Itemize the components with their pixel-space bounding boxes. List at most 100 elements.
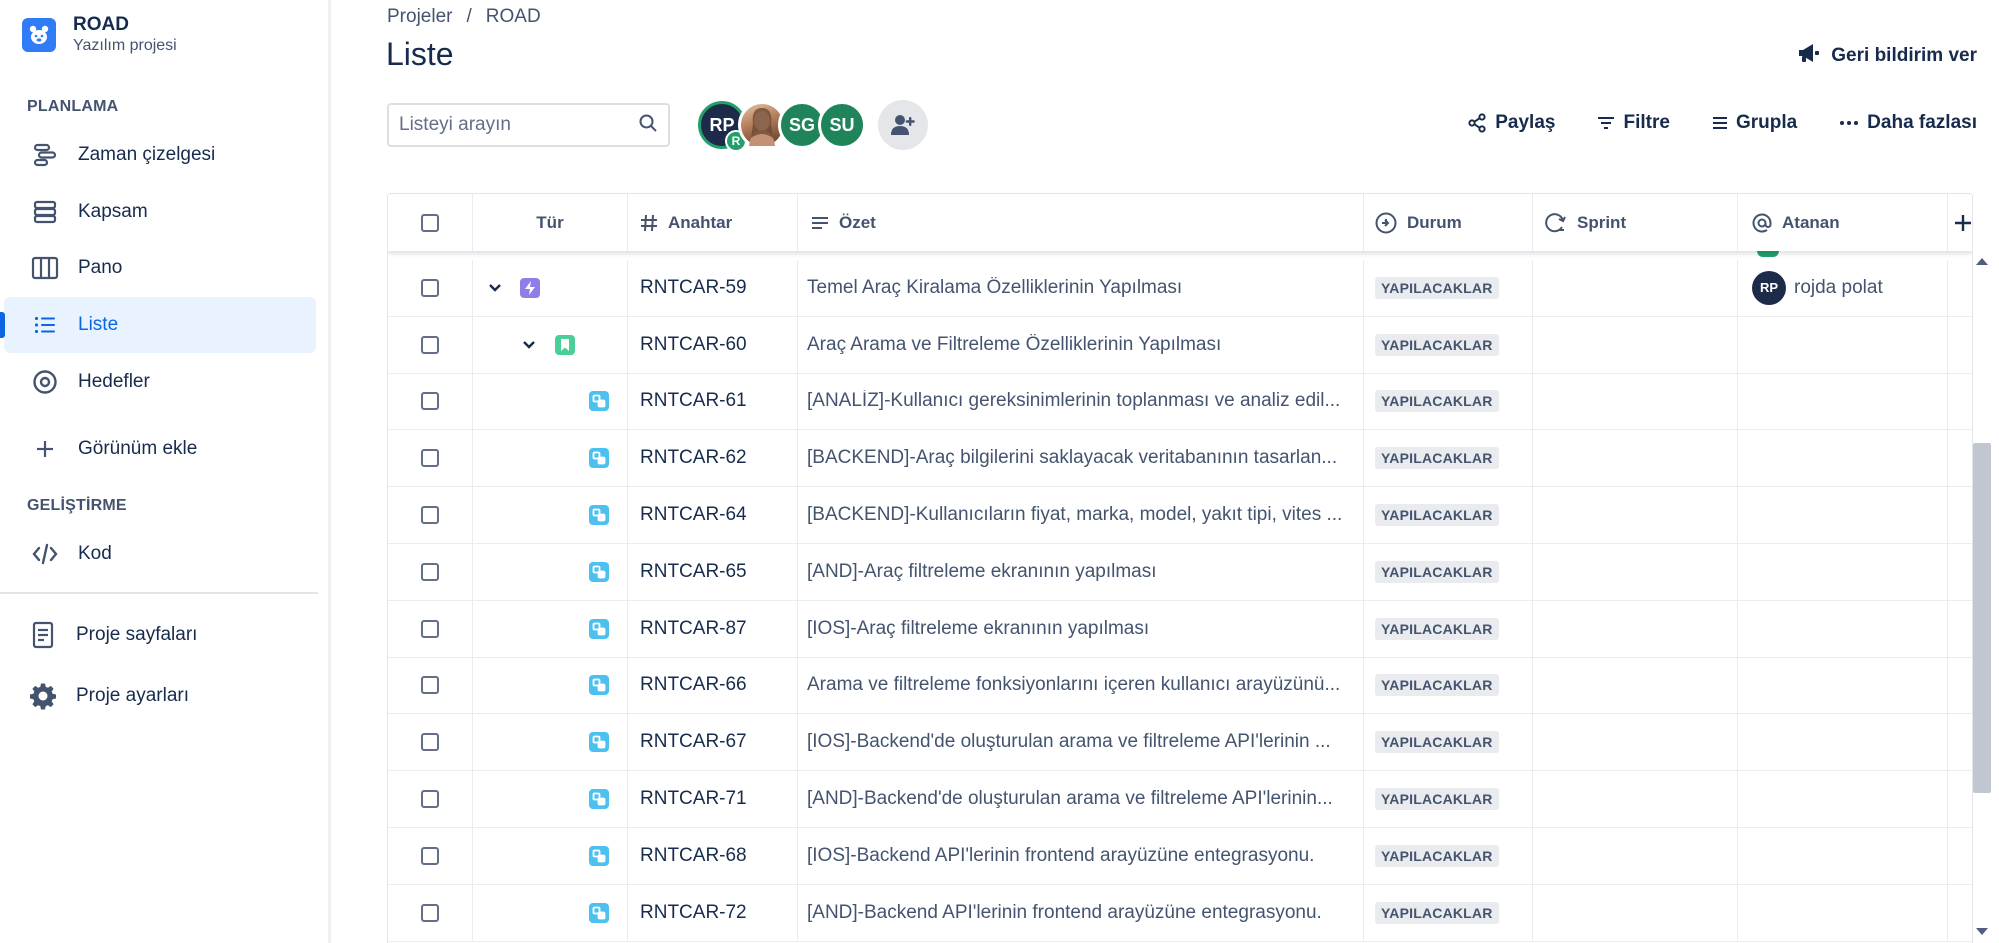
feedback-button[interactable]: Geri bildirim ver [1797,42,1977,70]
issue-key[interactable]: RNTCAR-72 [628,884,798,941]
column-header-sprint[interactable]: Sprint [1533,194,1738,251]
row-checkbox[interactable] [421,392,439,411]
summary-cell[interactable]: [BACKEND]-Araç bilgilerini saklayacak ve… [798,430,1364,487]
scroll-thumb[interactable] [1973,443,1991,793]
assignee-cell[interactable] [1738,543,1948,600]
status-cell[interactable]: YAPILACAKLAR [1364,543,1533,600]
sprint-cell[interactable] [1533,714,1738,771]
status-cell[interactable]: YAPILACAKLAR [1364,316,1533,373]
column-header-type[interactable]: Tür [473,194,628,251]
status-cell[interactable]: YAPILACAKLAR [1364,827,1533,884]
summary-cell[interactable]: [ANALİZ]-Kullanıcı gereksinimlerinin top… [798,373,1364,430]
issue-key[interactable]: RNTCAR-59 [628,260,798,316]
status-cell[interactable]: YAPILACAKLAR [1364,487,1533,543]
summary-cell[interactable]: [AND]-Backend'de oluşturulan arama ve fi… [798,771,1364,827]
sidebar-item-backlog[interactable]: Kapsam [4,184,316,240]
add-view-button[interactable]: Görünüm ekle [4,421,316,477]
issue-key[interactable]: RNTCAR-67 [628,714,798,771]
table-row[interactable]: RNTCAR-61 [ANALİZ]-Kullanıcı gereksiniml… [388,373,1972,431]
status-cell[interactable]: YAPILACAKLAR [1364,600,1533,657]
table-row[interactable]: RNTCAR-67 [IOS]-Backend'de oluşturulan a… [388,714,1972,772]
table-row[interactable]: RNTCAR-65 [AND]-Araç filtreleme ekranını… [388,543,1972,601]
sidebar-item-goals[interactable]: Hedefler [4,354,316,410]
row-checkbox[interactable] [421,676,439,695]
issue-key[interactable]: RNTCAR-66 [628,657,798,714]
sidebar-item-timeline[interactable]: Zaman çizelgesi [4,127,316,183]
sidebar-item-code[interactable]: Kod [4,526,316,582]
row-checkbox[interactable] [421,335,439,354]
row-checkbox[interactable] [421,562,439,581]
issue-key[interactable]: RNTCAR-61 [628,373,798,430]
assignee-cell[interactable] [1738,600,1948,657]
column-header-assignee[interactable]: Atanan [1738,194,1948,251]
add-people-button[interactable] [878,100,928,150]
table-row[interactable]: RNTCAR-71 [AND]-Backend'de oluşturulan a… [388,771,1972,828]
summary-cell[interactable]: [AND]-Araç filtreleme ekranının yapılmas… [798,543,1364,600]
issue-key[interactable]: RNTCAR-68 [628,827,798,884]
sidebar-item-project-pages[interactable]: Proje sayfaları [4,607,316,663]
status-cell[interactable]: YAPILACAKLAR [1364,430,1533,487]
issue-key[interactable]: RNTCAR-62 [628,430,798,487]
row-checkbox[interactable] [421,506,439,525]
sprint-cell[interactable] [1533,260,1738,316]
column-header-summary[interactable]: Özet [798,194,1364,251]
status-cell[interactable]: YAPILACAKLAR [1364,260,1533,316]
summary-cell[interactable]: [BACKEND]-Kullanıcıların fiyat, marka, m… [798,487,1364,543]
summary-cell[interactable]: Araç Arama ve Filtreleme Özelliklerinin … [798,316,1364,373]
table-row[interactable]: RNTCAR-68 [IOS]-Backend API'lerinin fron… [388,827,1972,885]
filter-button[interactable]: Filtre [1597,112,1670,134]
issue-key[interactable]: RNTCAR-65 [628,543,798,600]
status-cell[interactable]: YAPILACAKLAR [1364,714,1533,771]
status-cell[interactable]: YAPILACAKLAR [1364,884,1533,941]
sidebar-item-board[interactable]: Pano [4,240,316,296]
row-checkbox[interactable] [421,619,439,638]
sprint-cell[interactable] [1533,316,1738,373]
assignee-cell[interactable] [1738,771,1948,827]
row-checkbox[interactable] [421,733,439,752]
breadcrumb-project-link[interactable]: ROAD [486,6,541,28]
status-cell[interactable]: YAPILACAKLAR [1364,657,1533,714]
sprint-cell[interactable] [1533,827,1738,884]
table-row[interactable]: RNTCAR-72 [AND]-Backend API'lerinin fron… [388,884,1972,942]
sprint-cell[interactable] [1533,487,1738,543]
more-button[interactable]: Daha fazlası [1839,112,1977,134]
search-box[interactable] [387,103,670,147]
row-checkbox[interactable] [421,790,439,809]
summary-cell[interactable]: [IOS]-Backend'de oluşturulan arama ve fi… [798,714,1364,771]
add-column-button[interactable] [1948,194,1972,251]
assignee-cell[interactable] [1738,373,1948,430]
assignee-cell[interactable] [1738,316,1948,373]
status-cell[interactable]: YAPILACAKLAR [1364,771,1533,827]
chevron-down-icon[interactable] [519,335,539,355]
assignee-cell[interactable] [1738,430,1948,487]
summary-cell[interactable]: [IOS]-Araç filtreleme ekranının yapılmas… [798,600,1364,657]
assignee-cell[interactable]: RP rojda polat [1738,260,1948,316]
summary-cell[interactable]: [IOS]-Backend API'lerinin frontend arayü… [798,827,1364,884]
scroll-up-icon[interactable] [1976,258,1988,265]
column-header-status[interactable]: Durum [1364,194,1533,251]
chevron-down-icon[interactable] [485,278,505,298]
share-button[interactable]: Paylaş [1467,112,1555,134]
table-row[interactable]: RNTCAR-62 [BACKEND]-Araç bilgilerini sak… [388,430,1972,488]
select-all-checkbox[interactable] [421,213,439,232]
table-row[interactable]: RNTCAR-59 Temel Araç Kiralama Özellikler… [388,260,1972,317]
table-row[interactable]: RNTCAR-60 Araç Arama ve Filtreleme Özell… [388,316,1972,374]
sprint-cell[interactable] [1533,373,1738,430]
search-input[interactable] [399,114,619,136]
summary-cell[interactable]: Temel Araç Kiralama Özelliklerinin Yapıl… [798,260,1364,316]
sprint-cell[interactable] [1533,657,1738,714]
summary-cell[interactable]: [AND]-Backend API'lerinin frontend arayü… [798,884,1364,941]
assignee-cell[interactable] [1738,487,1948,543]
search-icon[interactable] [638,113,658,138]
issue-key[interactable]: RNTCAR-64 [628,487,798,543]
group-button[interactable]: Grupla [1712,112,1797,134]
sidebar-item-list[interactable]: Liste [4,297,316,353]
sprint-cell[interactable] [1533,771,1738,827]
table-row[interactable]: RNTCAR-66 Arama ve filtreleme fonksiyonl… [388,657,1972,715]
assignee-cell[interactable] [1738,714,1948,771]
sprint-cell[interactable] [1533,430,1738,487]
row-checkbox[interactable] [421,846,439,865]
assignee-cell[interactable] [1738,827,1948,884]
issue-key[interactable]: RNTCAR-87 [628,600,798,657]
avatar[interactable]: SU [818,101,866,149]
